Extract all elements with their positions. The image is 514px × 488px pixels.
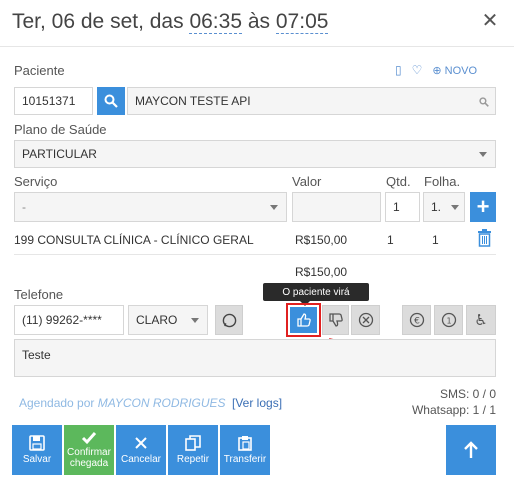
new-patient-link[interactable]: ⊕ NOVO bbox=[432, 64, 477, 77]
new-patient-label: NOVO bbox=[444, 64, 478, 77]
cancel-button[interactable]: Cancelar bbox=[116, 425, 166, 475]
mobile-icon[interactable]: ▯ bbox=[395, 63, 402, 77]
whatsapp-count: Whatsapp: 1 / 1 bbox=[411, 403, 496, 417]
service-item-qty: 1 bbox=[387, 233, 394, 247]
whatsapp-button[interactable] bbox=[215, 305, 243, 335]
service-divider bbox=[14, 254, 496, 255]
trash-icon[interactable] bbox=[477, 229, 492, 252]
patient-id-input[interactable]: 10151371 bbox=[14, 87, 93, 115]
quantity-label: Qtd. bbox=[386, 174, 411, 189]
repeat-button[interactable]: Repetir bbox=[168, 425, 218, 475]
phone-label: Telefone bbox=[14, 287, 64, 302]
start-time[interactable]: 06:35 bbox=[189, 10, 243, 34]
plus-icon: + bbox=[476, 194, 490, 219]
svg-text:€: € bbox=[414, 317, 420, 327]
scroll-to-top-button[interactable] bbox=[446, 425, 496, 475]
plus-circle-icon: ⊕ bbox=[432, 64, 442, 77]
sheet-select[interactable]: 1. bbox=[423, 192, 465, 222]
svg-text:1: 1 bbox=[446, 317, 451, 326]
tooltip: O paciente virá bbox=[263, 283, 369, 306]
quantity-input[interactable]: 1 bbox=[385, 192, 420, 222]
notes-value: Teste bbox=[22, 348, 51, 362]
service-item-price: R$150,00 bbox=[295, 233, 348, 247]
floppy-disk-icon bbox=[29, 435, 45, 451]
quantity-value: 1 bbox=[393, 200, 400, 214]
sheet-select-value: 1. bbox=[431, 200, 442, 214]
transfer-button[interactable]: Transferir bbox=[220, 425, 270, 475]
copy-icon bbox=[185, 435, 201, 451]
chevron-down-icon bbox=[270, 205, 278, 210]
notes-textarea[interactable]: Teste bbox=[14, 339, 496, 377]
patient-name-value: MAYCON TESTE API bbox=[135, 94, 251, 108]
add-service-button[interactable]: + bbox=[470, 192, 496, 222]
phone-input[interactable]: (11) 99262-**** bbox=[14, 305, 124, 335]
patient-search-button[interactable] bbox=[97, 87, 125, 115]
chevron-down-icon bbox=[479, 152, 487, 157]
value-input[interactable] bbox=[292, 192, 381, 222]
circle-x-icon bbox=[358, 312, 373, 328]
service-item-sheet: 1 bbox=[432, 233, 439, 247]
search-icon bbox=[104, 94, 118, 108]
euro-circle-icon: € bbox=[409, 312, 424, 328]
chevron-down-icon bbox=[191, 318, 199, 323]
header-divider bbox=[0, 46, 514, 47]
scheduled-by: Agendado por MAYCON RODRIGUES bbox=[19, 396, 226, 410]
cancel-status-button[interactable] bbox=[351, 305, 380, 335]
service-label: Serviço bbox=[14, 174, 58, 189]
patient-label: Paciente bbox=[14, 63, 65, 78]
thumbs-down-button[interactable] bbox=[322, 305, 349, 335]
health-plan-value: PARTICULAR bbox=[22, 147, 97, 161]
patient-id-value: 10151371 bbox=[22, 94, 76, 108]
thumbs-down-icon bbox=[328, 313, 343, 327]
service-total: R$150,00 bbox=[295, 265, 348, 279]
end-time[interactable]: 07:05 bbox=[275, 10, 329, 34]
appointment-title: Ter, 06 de set, das 06:35 às 07:05 bbox=[12, 10, 329, 34]
paste-icon bbox=[238, 436, 252, 451]
confirm-arrival-button[interactable]: Confirmar chegada bbox=[64, 425, 114, 475]
carrier-value: CLARO bbox=[136, 313, 178, 327]
cancel-label: Cancelar bbox=[120, 453, 162, 465]
heart-icon[interactable]: ♡ bbox=[412, 63, 423, 77]
service-select[interactable]: - bbox=[14, 192, 287, 222]
thumbs-up-icon bbox=[296, 313, 311, 327]
phone-value: (11) 99262-**** bbox=[22, 313, 102, 327]
confirm-arrival-label: Confirmar chegada bbox=[67, 447, 111, 469]
scheduled-by-prefix: Agendado por bbox=[19, 396, 95, 410]
number-one-circle-icon: 1 bbox=[441, 312, 456, 328]
close-icon bbox=[135, 436, 147, 449]
whatsapp-icon bbox=[222, 313, 236, 327]
wheelchair-button[interactable]: ♿ bbox=[466, 305, 496, 335]
arrow-up-icon bbox=[464, 441, 478, 458]
carrier-select[interactable]: CLARO bbox=[128, 305, 208, 335]
health-plan-label: Plano de Saúde bbox=[14, 122, 107, 137]
repeat-label: Repetir bbox=[176, 454, 210, 465]
search-icon bbox=[479, 97, 489, 107]
patient-name-input[interactable]: MAYCON TESTE API bbox=[127, 87, 496, 115]
service-select-value: - bbox=[22, 200, 26, 214]
sheet-label: Folha. bbox=[424, 174, 461, 189]
euro-button[interactable]: € bbox=[402, 305, 431, 335]
health-plan-select[interactable]: PARTICULAR bbox=[14, 140, 496, 168]
date-prefix: Ter, 06 de set, das bbox=[12, 10, 190, 33]
patient-links: ▯ ♡ ⊕ NOVO bbox=[395, 63, 477, 77]
check-icon bbox=[81, 432, 97, 445]
first-visit-button[interactable]: 1 bbox=[434, 305, 463, 335]
view-logs-link[interactable]: [Ver logs] bbox=[232, 396, 282, 410]
close-icon[interactable]: ✕ bbox=[480, 8, 500, 33]
sms-count: SMS: 0 / 0 bbox=[439, 387, 496, 401]
save-button[interactable]: Salvar bbox=[12, 425, 62, 475]
title-mid: às bbox=[242, 10, 276, 33]
service-item-name: 199 CONSULTA CLÍNICA - CLÍNICO GERAL bbox=[14, 233, 254, 247]
thumbs-up-button[interactable] bbox=[290, 307, 317, 333]
value-label: Valor bbox=[292, 174, 322, 189]
scheduled-by-name: MAYCON RODRIGUES bbox=[97, 396, 226, 410]
wheelchair-icon: ♿ bbox=[474, 311, 488, 329]
transfer-label: Transferir bbox=[223, 454, 267, 465]
save-label: Salvar bbox=[22, 454, 52, 465]
chevron-down-icon bbox=[451, 205, 459, 210]
